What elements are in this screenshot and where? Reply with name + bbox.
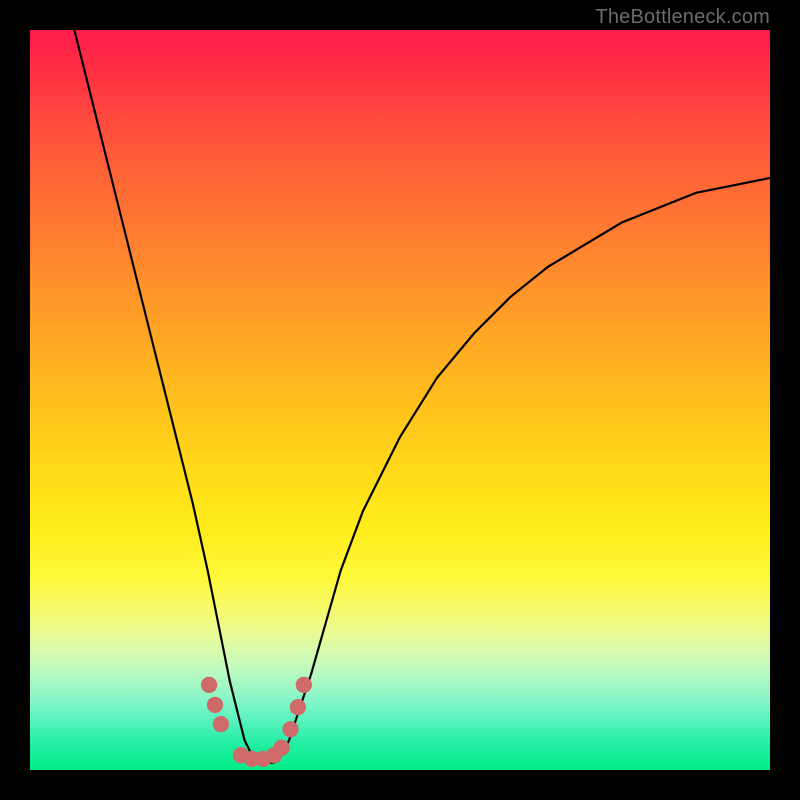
- chart-frame: TheBottleneck.com: [0, 0, 800, 800]
- plot-area: [30, 30, 770, 770]
- curve-marker: [296, 677, 312, 693]
- curve-marker: [290, 699, 306, 715]
- curve-layer: [30, 30, 770, 770]
- curve-marker: [273, 740, 289, 756]
- attribution-label: TheBottleneck.com: [595, 6, 770, 29]
- bottleneck-curve: [74, 30, 770, 763]
- curve-marker: [207, 697, 223, 713]
- curve-marker: [201, 677, 217, 693]
- curve-marker: [282, 721, 298, 737]
- curve-marker: [213, 716, 229, 732]
